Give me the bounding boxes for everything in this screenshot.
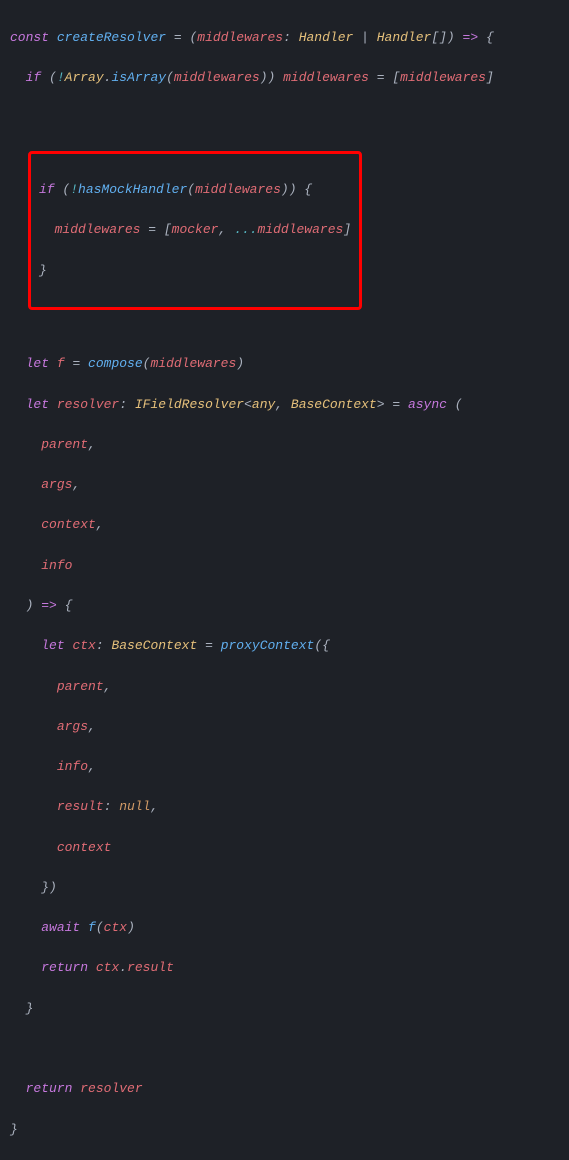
code-line-24: } (10, 1120, 559, 1140)
code-box-line-2: middlewares = [mocker, ...middlewares] (39, 220, 351, 240)
code-line-17: context (10, 838, 559, 858)
code-line-15: info, (10, 757, 559, 777)
code-line-20: return ctx.result (10, 958, 559, 978)
code-line-12: let ctx: BaseContext = proxyContext({ (10, 636, 559, 656)
highlighted-code-box: if (!hasMockHandler(middlewares)) { midd… (28, 151, 362, 310)
code-line-2: if (!Array.isArray(middlewares)) middlew… (10, 68, 559, 88)
code-line-16: result: null, (10, 797, 559, 817)
code-line-21: } (10, 999, 559, 1019)
code-line-19: await f(ctx) (10, 918, 559, 938)
code-line-11: ) => { (10, 596, 559, 616)
empty-line (10, 1039, 559, 1059)
code-line-9: context, (10, 515, 559, 535)
code-block: const createResolver = (middlewares: Han… (10, 8, 559, 1160)
code-line-14: args, (10, 717, 559, 737)
code-line-7: parent, (10, 435, 559, 455)
code-line-18: }) (10, 878, 559, 898)
empty-line (10, 314, 559, 334)
code-line-6: let resolver: IFieldResolver<any, BaseCo… (10, 395, 559, 415)
code-box-line-1: if (!hasMockHandler(middlewares)) { (39, 180, 351, 200)
code-line-8: args, (10, 475, 559, 495)
code-line-23: return resolver (10, 1079, 559, 1099)
code-line-10: info (10, 556, 559, 576)
empty-line (10, 109, 559, 129)
code-line-13: parent, (10, 677, 559, 697)
code-box-line-3: } (39, 261, 351, 281)
code-line-1: const createResolver = (middlewares: Han… (10, 28, 559, 48)
code-line-5: let f = compose(middlewares) (10, 354, 559, 374)
